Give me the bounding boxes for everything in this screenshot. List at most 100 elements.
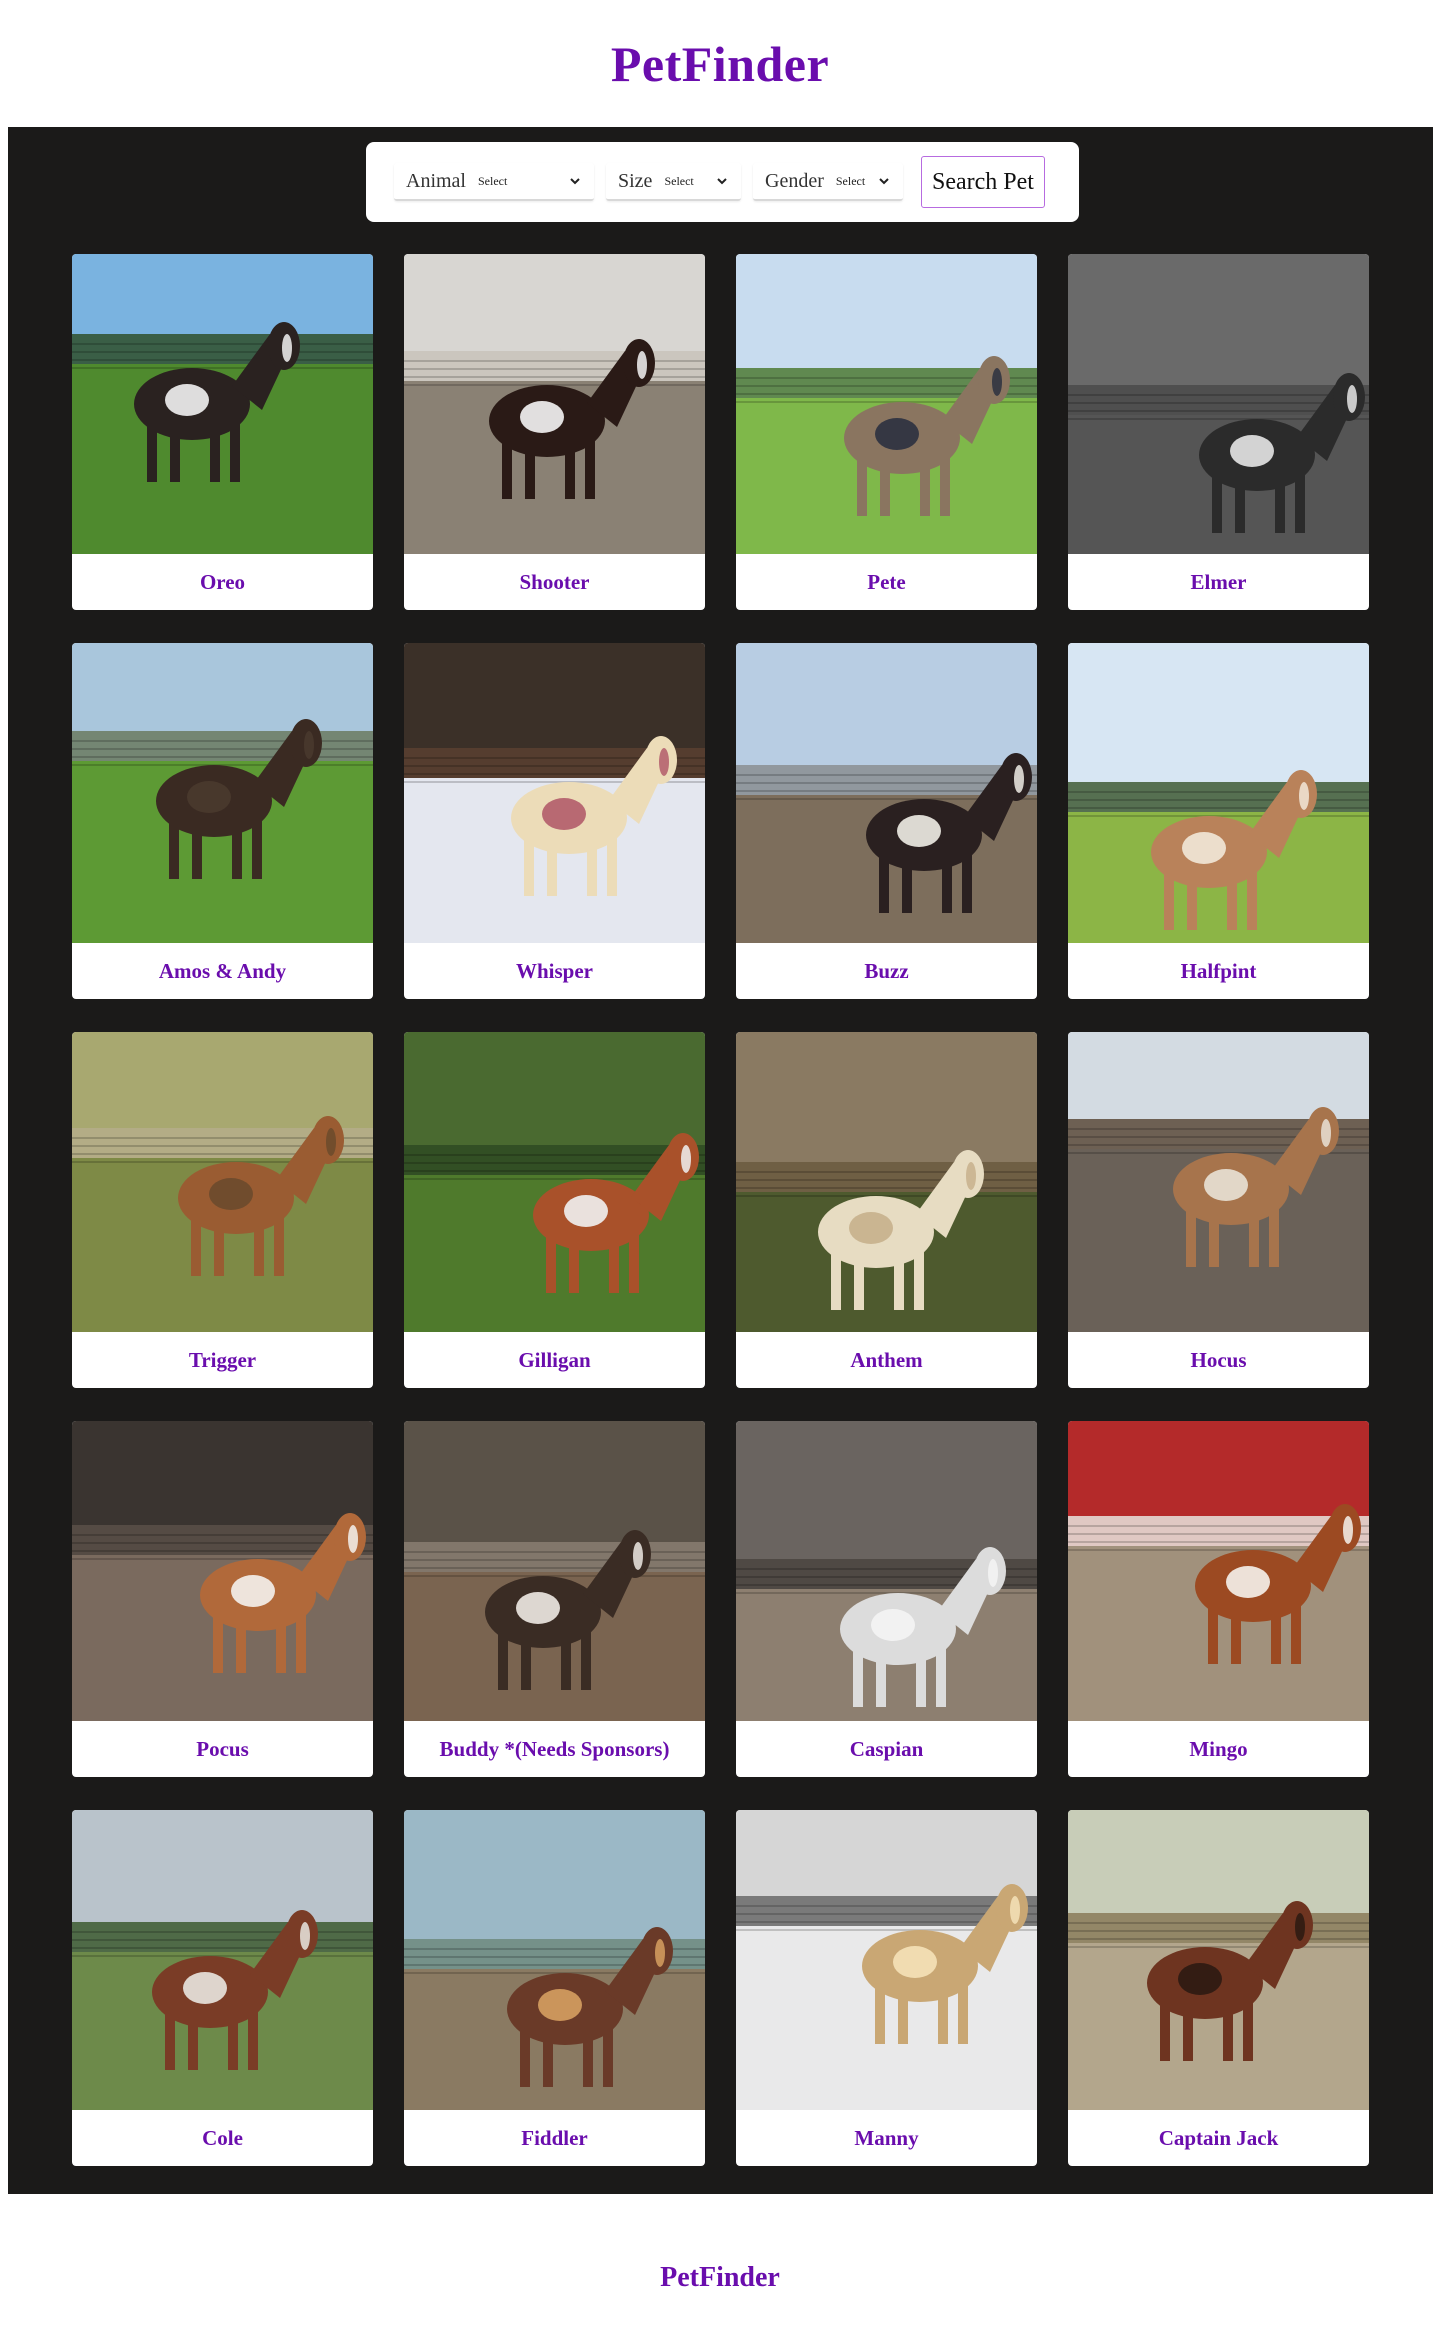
- pet-name[interactable]: Whisper: [404, 943, 705, 999]
- size-select-value[interactable]: Select: [664, 174, 705, 189]
- chevron-down-icon: [879, 178, 889, 185]
- pet-photo-image: [72, 1810, 373, 2110]
- pet-name[interactable]: Anthem: [736, 1332, 1037, 1388]
- pet-name[interactable]: Shooter: [404, 554, 705, 610]
- animal-select-value[interactable]: Select: [478, 174, 558, 189]
- pet-photo-image: [1068, 254, 1369, 554]
- pet-photo[interactable]: [72, 254, 373, 554]
- search-pet-button[interactable]: Search Pet: [921, 156, 1045, 208]
- pet-name[interactable]: Caspian: [736, 1721, 1037, 1777]
- size-select-label: Size: [618, 169, 653, 192]
- pet-card[interactable]: Amos & Andy: [72, 643, 373, 999]
- pet-card[interactable]: Gilligan: [404, 1032, 705, 1388]
- pet-photo-image: [736, 1810, 1037, 2110]
- pet-photo[interactable]: [1068, 254, 1369, 554]
- pet-name[interactable]: Buzz: [736, 943, 1037, 999]
- pet-card[interactable]: Elmer: [1068, 254, 1369, 610]
- pet-photo-image: [1068, 1421, 1369, 1721]
- pet-name[interactable]: Buddy *(Needs Sponsors): [404, 1721, 705, 1777]
- pet-name[interactable]: Amos & Andy: [72, 943, 373, 999]
- pet-name[interactable]: Captain Jack: [1068, 2110, 1369, 2166]
- pet-photo[interactable]: [1068, 1421, 1369, 1721]
- pet-photo-image: [72, 254, 373, 554]
- pet-photo[interactable]: [72, 1421, 373, 1721]
- pet-card[interactable]: Trigger: [72, 1032, 373, 1388]
- pet-photo[interactable]: [404, 643, 705, 943]
- pet-card[interactable]: Pocus: [72, 1421, 373, 1777]
- pet-photo[interactable]: [72, 643, 373, 943]
- pet-card[interactable]: Mingo: [1068, 1421, 1369, 1777]
- pet-photo-image: [1068, 1032, 1369, 1332]
- pet-photo-image: [736, 643, 1037, 943]
- pet-photo[interactable]: [72, 1810, 373, 2110]
- pet-name[interactable]: Mingo: [1068, 1721, 1369, 1777]
- pet-card[interactable]: Halfpint: [1068, 643, 1369, 999]
- site-title[interactable]: PetFinder: [611, 35, 829, 93]
- pet-photo[interactable]: [404, 1421, 705, 1721]
- size-select[interactable]: Size Select: [606, 163, 741, 201]
- pet-photo[interactable]: [1068, 643, 1369, 943]
- pet-card[interactable]: Manny: [736, 1810, 1037, 2166]
- pet-photo-image: [736, 254, 1037, 554]
- pet-card[interactable]: Captain Jack: [1068, 1810, 1369, 2166]
- pet-card[interactable]: Whisper: [404, 643, 705, 999]
- pet-card[interactable]: Caspian: [736, 1421, 1037, 1777]
- pet-photo[interactable]: [404, 1810, 705, 2110]
- pet-photo[interactable]: [1068, 1810, 1369, 2110]
- pet-photo[interactable]: [72, 1032, 373, 1332]
- pet-card[interactable]: Oreo: [72, 254, 373, 610]
- pet-name[interactable]: Pete: [736, 554, 1037, 610]
- pet-photo[interactable]: [736, 643, 1037, 943]
- pet-card[interactable]: Fiddler: [404, 1810, 705, 2166]
- animal-select[interactable]: Animal Select: [394, 163, 594, 201]
- pet-photo[interactable]: [736, 254, 1037, 554]
- pet-photo-image: [72, 1032, 373, 1332]
- animal-select-label: Animal: [406, 169, 466, 192]
- pet-card[interactable]: Pete: [736, 254, 1037, 610]
- search-bar: Animal Select Size Select Gender Select …: [366, 142, 1079, 222]
- pet-photo-image: [1068, 1810, 1369, 2110]
- pet-name[interactable]: Hocus: [1068, 1332, 1369, 1388]
- pet-card[interactable]: Anthem: [736, 1032, 1037, 1388]
- gender-select-label: Gender: [765, 169, 824, 192]
- pet-name[interactable]: Pocus: [72, 1721, 373, 1777]
- pet-name[interactable]: Cole: [72, 2110, 373, 2166]
- footer-title: PetFinder: [660, 2261, 780, 2293]
- pet-photo-image: [736, 1421, 1037, 1721]
- pet-name[interactable]: Trigger: [72, 1332, 373, 1388]
- site-footer: PetFinder: [0, 2194, 1440, 2337]
- pet-photo[interactable]: [1068, 1032, 1369, 1332]
- pet-name[interactable]: Manny: [736, 2110, 1037, 2166]
- pet-name[interactable]: Fiddler: [404, 2110, 705, 2166]
- pet-photo[interactable]: [404, 254, 705, 554]
- site-header: PetFinder: [0, 0, 1440, 127]
- gender-select-value[interactable]: Select: [836, 174, 867, 189]
- pet-card[interactable]: Buzz: [736, 643, 1037, 999]
- pet-name[interactable]: Oreo: [72, 554, 373, 610]
- pet-photo-image: [404, 1810, 705, 2110]
- pet-photo-image: [1068, 643, 1369, 943]
- pet-photo-image: [404, 254, 705, 554]
- pet-photo-image: [404, 643, 705, 943]
- pet-card[interactable]: Buddy *(Needs Sponsors): [404, 1421, 705, 1777]
- pet-photo-image: [72, 1421, 373, 1721]
- pet-name[interactable]: Gilligan: [404, 1332, 705, 1388]
- pet-photo-image: [736, 1032, 1037, 1332]
- pet-card[interactable]: Shooter: [404, 254, 705, 610]
- pet-card[interactable]: Hocus: [1068, 1032, 1369, 1388]
- pet-photo-image: [404, 1421, 705, 1721]
- pet-photo[interactable]: [736, 1421, 1037, 1721]
- pet-photo[interactable]: [404, 1032, 705, 1332]
- pet-name[interactable]: Halfpint: [1068, 943, 1369, 999]
- pet-photo[interactable]: [736, 1810, 1037, 2110]
- pet-photo-image: [72, 643, 373, 943]
- pet-photo[interactable]: [736, 1032, 1037, 1332]
- gender-select[interactable]: Gender Select: [753, 163, 903, 201]
- chevron-down-icon: [570, 178, 580, 185]
- chevron-down-icon: [717, 178, 727, 185]
- pet-grid: Oreo Shooter Pete Elmer Amos & Andy Whisper Bu…: [72, 254, 1369, 2166]
- pet-name[interactable]: Elmer: [1068, 554, 1369, 610]
- pet-card[interactable]: Cole: [72, 1810, 373, 2166]
- pet-photo-image: [404, 1032, 705, 1332]
- main-content: Animal Select Size Select Gender Select …: [8, 127, 1433, 2194]
